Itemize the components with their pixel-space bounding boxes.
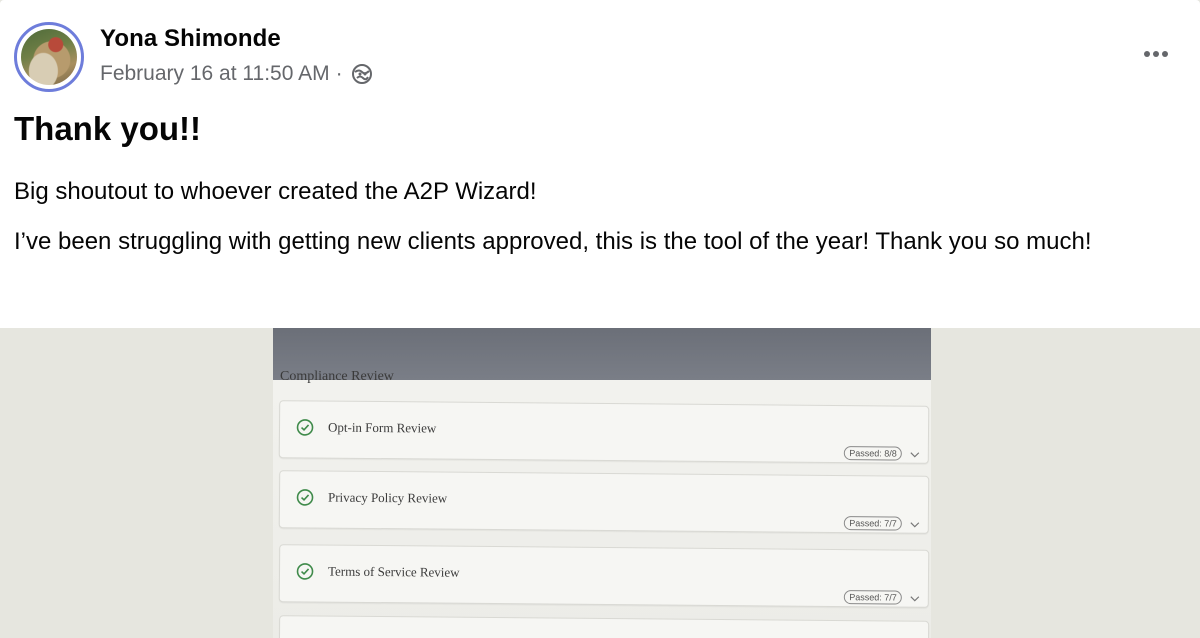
globe-icon[interactable] xyxy=(351,63,373,85)
status-badge: Passed: 7/7 xyxy=(844,590,902,605)
more-options-icon xyxy=(1153,51,1159,57)
meta-separator: · xyxy=(335,62,343,85)
more-options-icon xyxy=(1162,51,1168,57)
post-paragraph: I’ve been struggling with getting new cl… xyxy=(14,228,1092,255)
chevron-down-icon xyxy=(910,596,920,602)
post-meta: February 16 at 11:50 AM · xyxy=(100,62,373,86)
review-label: Opt-in Form Review xyxy=(327,419,437,436)
post-timestamp[interactable]: February 16 at 11:50 AM xyxy=(100,62,330,86)
author-name[interactable]: Yona Shimonde xyxy=(100,25,281,53)
review-row: Terms of Service Review Passed: 7/7 xyxy=(278,544,930,608)
post-title: Thank you!! xyxy=(14,110,201,147)
review-row: Privacy Policy Review Passed: 7/7 xyxy=(278,470,930,534)
status-badge: Passed: 8/8 xyxy=(844,446,902,461)
check-circle-icon xyxy=(296,489,314,506)
post-paragraph: Big shoutout to whoever created the A2P … xyxy=(14,178,537,205)
review-row: Opt-in Form Review Passed: 8/8 xyxy=(278,400,930,464)
post-photo[interactable]: Compliance Review Opt-in Form Review Pas… xyxy=(273,328,931,638)
review-label: Privacy Policy Review xyxy=(327,489,448,506)
check-circle-icon xyxy=(296,419,314,436)
more-options-button[interactable] xyxy=(1136,38,1176,70)
avatar[interactable] xyxy=(21,29,77,85)
post-card: Yona Shimonde February 16 at 11:50 AM · … xyxy=(0,0,1200,328)
avatar-ring[interactable] xyxy=(14,22,84,92)
compliance-section-title: Compliance Review xyxy=(280,369,394,384)
review-label: Terms of Service Review xyxy=(327,563,460,580)
more-options-icon xyxy=(1144,51,1150,57)
check-circle-icon xyxy=(296,563,314,580)
chevron-down-icon xyxy=(910,452,920,458)
chevron-down-icon xyxy=(910,522,920,528)
status-badge: Passed: 7/7 xyxy=(844,516,902,531)
